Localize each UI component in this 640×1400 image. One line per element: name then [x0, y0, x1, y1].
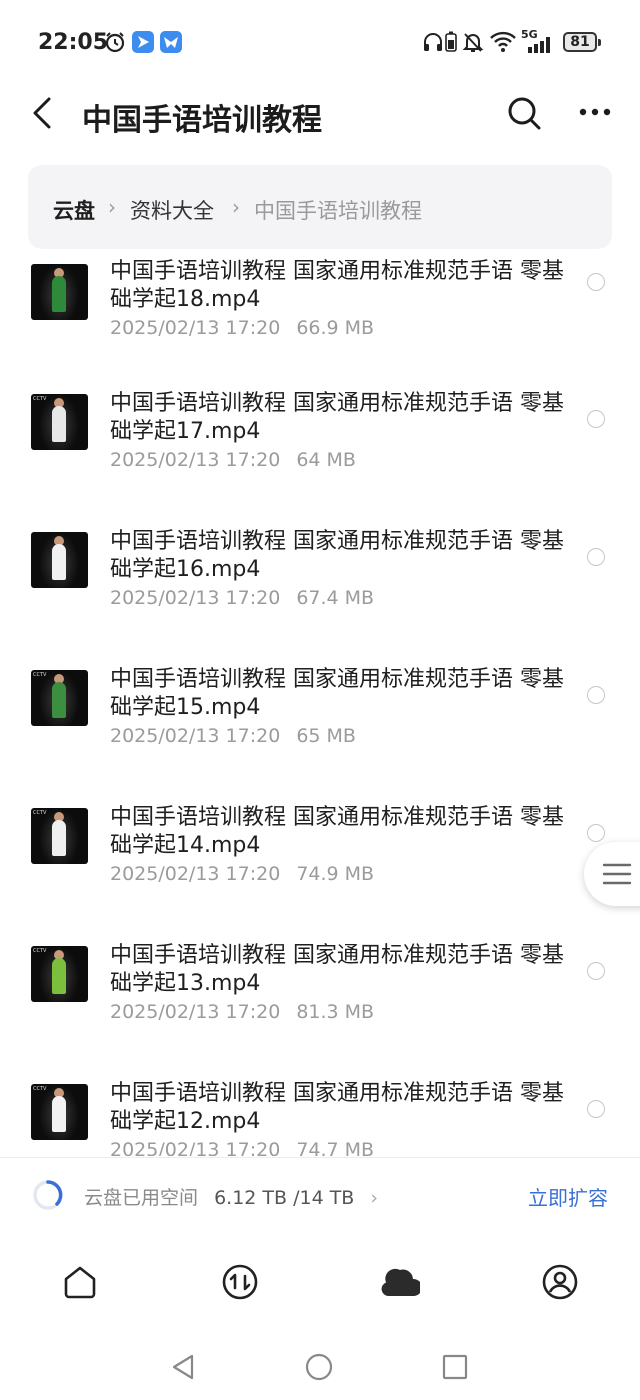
battery-small-icon — [445, 31, 457, 52]
battery-indicator: 81 — [563, 32, 601, 52]
file-meta: 2025/02/13 17:20 74.9 MB — [110, 863, 374, 885]
file-meta: 2025/02/13 17:20 67.4 MB — [110, 587, 374, 609]
file-name: 中国手语培训教程 国家通用标准规范手语 零基础学起16.mp4 — [110, 529, 564, 582]
file-meta: 2025/02/13 17:20 66.9 MB — [110, 317, 374, 339]
file-meta: 2025/02/13 17:20 81.3 MB — [110, 1001, 374, 1023]
file-size: 65 MB — [296, 725, 356, 747]
select-radio[interactable] — [587, 824, 605, 842]
transfer-icon[interactable] — [220, 1262, 260, 1302]
back-arrow-icon[interactable] — [30, 96, 54, 130]
home-circle-icon[interactable] — [305, 1353, 333, 1381]
file-size: 66.9 MB — [296, 317, 375, 339]
cloud-icon[interactable] — [380, 1262, 420, 1302]
status-bar: 22:05 5G 81 — [0, 0, 640, 88]
file-date: 2025/02/13 17:20 — [110, 1139, 281, 1156]
app-notification-icon — [132, 31, 154, 53]
select-radio[interactable] — [587, 686, 605, 704]
bottom-nav — [0, 1232, 640, 1332]
list-item[interactable]: CCTV 中国手语培训教程 国家通用标准规范手语 零基础学起15.mp4 202… — [0, 664, 640, 802]
file-meta: 2025/02/13 17:20 74.7 MB — [110, 1139, 374, 1156]
file-date: 2025/02/13 17:20 — [110, 587, 281, 609]
select-radio[interactable] — [587, 962, 605, 980]
select-radio[interactable] — [587, 410, 605, 428]
file-meta: 2025/02/13 17:20 65 MB — [110, 725, 356, 747]
file-name: 中国手语培训教程 国家通用标准规范手语 零基础学起12.mp4 — [110, 1081, 564, 1134]
video-thumbnail: CCTV — [31, 1084, 88, 1140]
file-date: 2025/02/13 17:20 — [110, 725, 281, 747]
list-item[interactable]: 中国手语培训教程 国家通用标准规范手语 零基础学起16.mp4 2025/02/… — [0, 526, 640, 664]
signal-icon — [528, 37, 550, 53]
status-time: 22:05 — [38, 30, 109, 55]
file-date: 2025/02/13 17:20 — [110, 863, 281, 885]
file-size: 74.7 MB — [296, 1139, 375, 1156]
wifi-icon — [490, 31, 516, 52]
breadcrumb-item-folder[interactable]: 资料大全 — [130, 195, 214, 225]
select-radio[interactable] — [587, 548, 605, 566]
file-name: 中国手语培训教程 国家通用标准规范手语 零基础学起18.mp4 — [110, 259, 564, 312]
video-thumbnail: CCTV — [31, 808, 88, 864]
list-item[interactable]: 中国手语培训教程 国家通用标准规范手语 零基础学起18.mp4 2025/02/… — [0, 250, 640, 339]
side-menu-handle[interactable] — [584, 842, 640, 906]
file-name: 中国手语培训教程 国家通用标准规范手语 零基础学起15.mp4 — [110, 667, 564, 720]
page-title: 中国手语培训教程 — [82, 103, 322, 138]
list-item[interactable]: CCTV 中国手语培训教程 国家通用标准规范手语 零基础学起13.mp4 202… — [0, 940, 640, 1078]
file-date: 2025/02/13 17:20 — [110, 317, 281, 339]
select-radio[interactable] — [587, 1100, 605, 1118]
back-triangle-icon[interactable] — [170, 1353, 196, 1381]
storage-label-text: 云盘已用空间 — [84, 1187, 199, 1209]
chevron-right-icon: › — [108, 195, 116, 219]
expand-storage-button[interactable]: 立即扩容 — [528, 1182, 608, 1211]
storage-usage: 6.12 TB /14 TB — [214, 1187, 355, 1209]
storage-bar: 云盘已用空间 6.12 TB /14 TB › 立即扩容 — [0, 1157, 640, 1233]
file-date: 2025/02/13 17:20 — [110, 1001, 281, 1023]
file-name: 中国手语培训教程 国家通用标准规范手语 零基础学起17.mp4 — [110, 391, 564, 444]
storage-progress-icon — [33, 1180, 63, 1210]
chevron-right-icon: › — [370, 1187, 379, 1209]
chevron-right-icon: › — [232, 195, 240, 219]
list-item[interactable]: CCTV 中国手语培训教程 国家通用标准规范手语 零基础学起12.mp4 202… — [0, 1078, 640, 1156]
recents-square-icon[interactable] — [442, 1354, 468, 1380]
file-list[interactable]: 中国手语培训教程 国家通用标准规范手语 零基础学起18.mp4 2025/02/… — [0, 250, 640, 1156]
video-thumbnail — [31, 264, 88, 320]
list-item[interactable]: CCTV 中国手语培训教程 国家通用标准规范手语 零基础学起17.mp4 202… — [0, 388, 640, 526]
alarm-icon — [105, 32, 125, 53]
more-icon[interactable] — [578, 106, 612, 118]
profile-icon[interactable] — [540, 1262, 580, 1302]
file-name: 中国手语培训教程 国家通用标准规范手语 零基础学起13.mp4 — [110, 943, 564, 996]
file-date: 2025/02/13 17:20 — [110, 449, 281, 471]
file-size: 67.4 MB — [296, 587, 375, 609]
breadcrumb-item-current: 中国手语培训教程 — [254, 199, 422, 223]
breadcrumb: 云盘 › 资料大全 › 中国手语培训教程 — [28, 165, 612, 249]
file-meta: 2025/02/13 17:20 64 MB — [110, 449, 356, 471]
video-thumbnail: CCTV — [31, 394, 88, 450]
headphones-icon — [424, 33, 442, 51]
menu-lines-icon — [602, 863, 632, 885]
system-nav-bar — [0, 1332, 640, 1400]
file-name: 中国手语培训教程 国家通用标准规范手语 零基础学起14.mp4 — [110, 805, 564, 858]
breadcrumb-item-root[interactable]: 云盘 — [53, 195, 95, 225]
file-size: 81.3 MB — [296, 1001, 375, 1023]
select-radio[interactable] — [587, 273, 605, 291]
list-item[interactable]: CCTV 中国手语培训教程 国家通用标准规范手语 零基础学起14.mp4 202… — [0, 802, 640, 940]
storage-label: 云盘已用空间 6.12 TB /14 TB › — [84, 1183, 378, 1210]
video-thumbnail: CCTV — [31, 946, 88, 1002]
video-thumbnail: CCTV — [31, 670, 88, 726]
file-size: 64 MB — [296, 449, 356, 471]
search-icon[interactable] — [506, 95, 542, 131]
mute-bell-icon — [462, 33, 484, 52]
home-icon[interactable] — [60, 1262, 100, 1302]
video-thumbnail — [31, 532, 88, 588]
app-notification-icon — [160, 31, 182, 53]
file-size: 74.9 MB — [296, 863, 375, 885]
